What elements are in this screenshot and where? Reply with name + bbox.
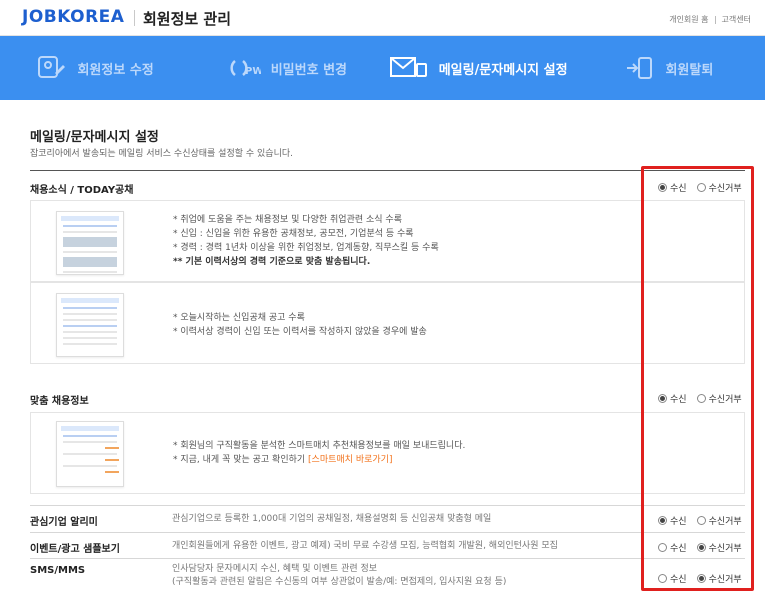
- tab-label: 비밀번호 변경: [270, 62, 348, 78]
- page-title: 회원정보 관리: [143, 10, 232, 28]
- custom-card: * 회원님의 구직활동을 분석한 스마트매치 추천채용정보를 매일 보내드립니다…: [30, 412, 745, 494]
- row-divider: [30, 532, 745, 533]
- bullet-line: * 경력 : 경력 1년차 이상을 위한 취업정보, 업계동향, 직무스킬 등 …: [173, 243, 439, 253]
- tab-label: 메일링/문자메시지 설정: [438, 62, 568, 78]
- interest-company-description: 관심기업으로 등록한 1,000대 기업의 공채일정, 채용설명회 등 신입공채…: [172, 514, 492, 524]
- top-links: 개인회원 홈 고객센터: [669, 14, 751, 25]
- tab-label: 회원탈퇴: [665, 62, 714, 78]
- tab-mailing-settings[interactable]: 메일링/문자메시지 설정: [383, 36, 574, 100]
- bullet-line: * 이력서상 경력이 신입 또는 이력서를 작성하지 않았을 경우에 발송: [173, 327, 427, 337]
- tab-withdraw[interactable]: 회원탈퇴: [574, 36, 765, 100]
- row-divider: [30, 558, 745, 559]
- today-card-2: * 오늘시작하는 신입공채 공고 수록 * 이력서상 경력이 신입 또는 이력서…: [30, 282, 745, 364]
- withdraw-icon: [625, 55, 655, 81]
- jobkorea-logo[interactable]: JOBKOREA: [22, 7, 124, 27]
- bullet-text: * 지금, 내게 꼭 맞는 공고 확인하기: [173, 455, 306, 465]
- top-header: JOBKOREA 회원정보 관리 개인회원 홈 고객센터: [0, 0, 765, 36]
- bullet-line: * 오늘시작하는 신입공채 공고 수록: [173, 313, 305, 323]
- tab-label: 회원정보 수정: [77, 62, 154, 78]
- profile-edit-icon: [37, 55, 67, 81]
- bullet-note: ** 기본 이력서상의 경력 기준으로 맞춤 발송됩니다.: [173, 257, 371, 267]
- mail-message-icon: [389, 55, 429, 81]
- section-title: 메일링/문자메시지 설정: [30, 130, 159, 145]
- sms-description-line: 인사담당자 문자메시지 수신, 혜택 및 이벤트 관련 정보: [172, 564, 378, 574]
- newsletter-thumbnail: [56, 211, 124, 275]
- radio-column-highlight: [641, 166, 754, 591]
- section-divider: [30, 170, 745, 171]
- today-card-1: * 취업에 도움을 주는 채용정보 및 다양한 취업관련 소식 수록 * 신입 …: [30, 200, 745, 282]
- row-divider: [30, 505, 745, 506]
- personal-home-link[interactable]: 개인회원 홈: [669, 14, 708, 25]
- bullet-line: * 신입 : 신입을 위한 유용한 공채정보, 공모전, 기업분석 등 수록: [173, 229, 414, 239]
- bullet-line: * 취업에 도움을 주는 채용정보 및 다양한 취업관련 소식 수록: [173, 215, 402, 225]
- tab-password-change[interactable]: PW 비밀번호 변경: [191, 36, 382, 100]
- event-ad-description: 개인회원들에게 유용한 이벤트, 광고 예제) 국비 무료 수강생 모집, 능력…: [172, 541, 558, 551]
- settings-tabs: 회원정보 수정 PW 비밀번호 변경 메일링/문자메시지 설정 회원탈퇴: [0, 36, 765, 100]
- password-refresh-icon: PW: [227, 55, 261, 81]
- sms-mms-description: 인사담당자 문자메시지 수신, 혜택 및 이벤트 관련 정보 (구직활동과 관련…: [172, 563, 506, 589]
- logo-divider: [134, 10, 135, 26]
- newsletter-thumbnail: [56, 421, 124, 487]
- sms-description-line: (구직활동과 관련된 알림은 수신동의 여부 상관없이 발송/예: 면접제의, …: [172, 577, 507, 587]
- bullet-line: * 회원님의 구직활동을 분석한 스마트매치 추천채용정보를 매일 보내드립니다…: [173, 441, 466, 451]
- interest-company-label: 관심기업 알리미: [30, 517, 98, 528]
- svg-text:PW: PW: [245, 66, 261, 77]
- event-ad-label: 이벤트/광고 샘플보기: [30, 544, 120, 555]
- smartmatch-link[interactable]: [스마트매치 바로가기]: [308, 455, 392, 465]
- newsletter-thumbnail: [56, 293, 124, 357]
- sms-mms-label: SMS/MMS: [30, 565, 86, 576]
- today-card-2-bullets: * 오늘시작하는 신입공채 공고 수록 * 이력서상 경력이 신입 또는 이력서…: [173, 311, 427, 339]
- link-divider: [714, 15, 716, 24]
- bullet-line: * 지금, 내게 꼭 맞는 공고 확인하기 [스마트매치 바로가기]: [173, 453, 465, 467]
- custom-group-label: 맞춤 채용정보: [30, 396, 89, 407]
- today-group-label: 채용소식 / TODAY공채: [30, 185, 134, 196]
- customer-center-link[interactable]: 고객센터: [722, 14, 751, 25]
- custom-card-bullets: * 회원님의 구직활동을 분석한 스마트매치 추천채용정보를 매일 보내드립니다…: [173, 439, 465, 467]
- section-description: 잡코리아에서 발송되는 메일링 서비스 수신상태를 설정할 수 있습니다.: [30, 149, 294, 159]
- today-card-1-bullets: * 취업에 도움을 주는 채용정보 및 다양한 취업관련 소식 수록 * 신입 …: [173, 213, 439, 269]
- tab-profile-edit[interactable]: 회원정보 수정: [0, 36, 191, 100]
